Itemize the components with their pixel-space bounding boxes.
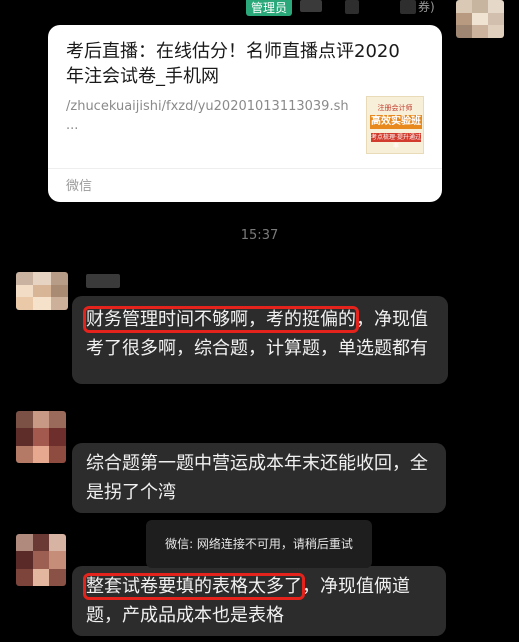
user-avatar[interactable] xyxy=(16,534,66,586)
chat-message[interactable]: 综合题第一题中营运成本年末还能收回，全是拐了个湾 xyxy=(72,443,446,513)
thumbnail-main-text: 高效实验班 xyxy=(370,115,422,129)
highlighted-text: 整套试卷要填的表格太多了 xyxy=(83,573,305,600)
link-card-source: 微信 xyxy=(66,179,93,194)
sender-avatar[interactable] xyxy=(456,0,504,38)
message-text: 综合题第一题中营运成本年末还能收回，全是拐了个湾 xyxy=(86,453,428,503)
admin-badge: 管理员 xyxy=(246,0,293,16)
network-error-toast: 微信: 网络连接不可用，请稍后重试 xyxy=(146,520,372,568)
top-blur-a xyxy=(345,0,359,14)
link-card-url: /zhucekuaijishi/fxzd/yu20201013113039.sh… xyxy=(66,99,349,133)
top-suffix-text: 券) xyxy=(418,0,435,14)
chat-message[interactable]: 整套试卷要填的表格太多了，净现值俩道题，产成品成本也是表格 xyxy=(72,566,446,636)
highlighted-text: 财务管理时间不够啊，考的挺偏的 xyxy=(83,306,359,333)
user-name-blur xyxy=(86,274,120,288)
thumbnail-top-text: 注册会计师 xyxy=(377,104,413,112)
admin-name-blur xyxy=(300,0,322,12)
user-avatar[interactable] xyxy=(16,272,68,310)
thumbnail-sub-text: 考点梳理·提升通过率 xyxy=(371,133,421,150)
top-blur-b xyxy=(400,0,416,14)
user-avatar[interactable] xyxy=(16,411,66,463)
link-card-title: 考后直播：在线估分！名师直播点评2020年注会试卷_手机网 xyxy=(66,41,400,87)
chat-message[interactable]: 财务管理时间不够啊，考的挺偏的，净现值考了很多啊，综合题，计算题，单选题都有 xyxy=(72,296,448,384)
link-card[interactable]: 考后直播：在线估分！名师直播点评2020年注会试卷_手机网 /zhucekuai… xyxy=(48,25,442,202)
link-card-thumbnail: 注册会计师 高效实验班 考点梳理·提升通过率 xyxy=(366,96,424,154)
message-timestamp: 15:37 xyxy=(240,228,279,243)
link-card-divider xyxy=(48,168,442,169)
